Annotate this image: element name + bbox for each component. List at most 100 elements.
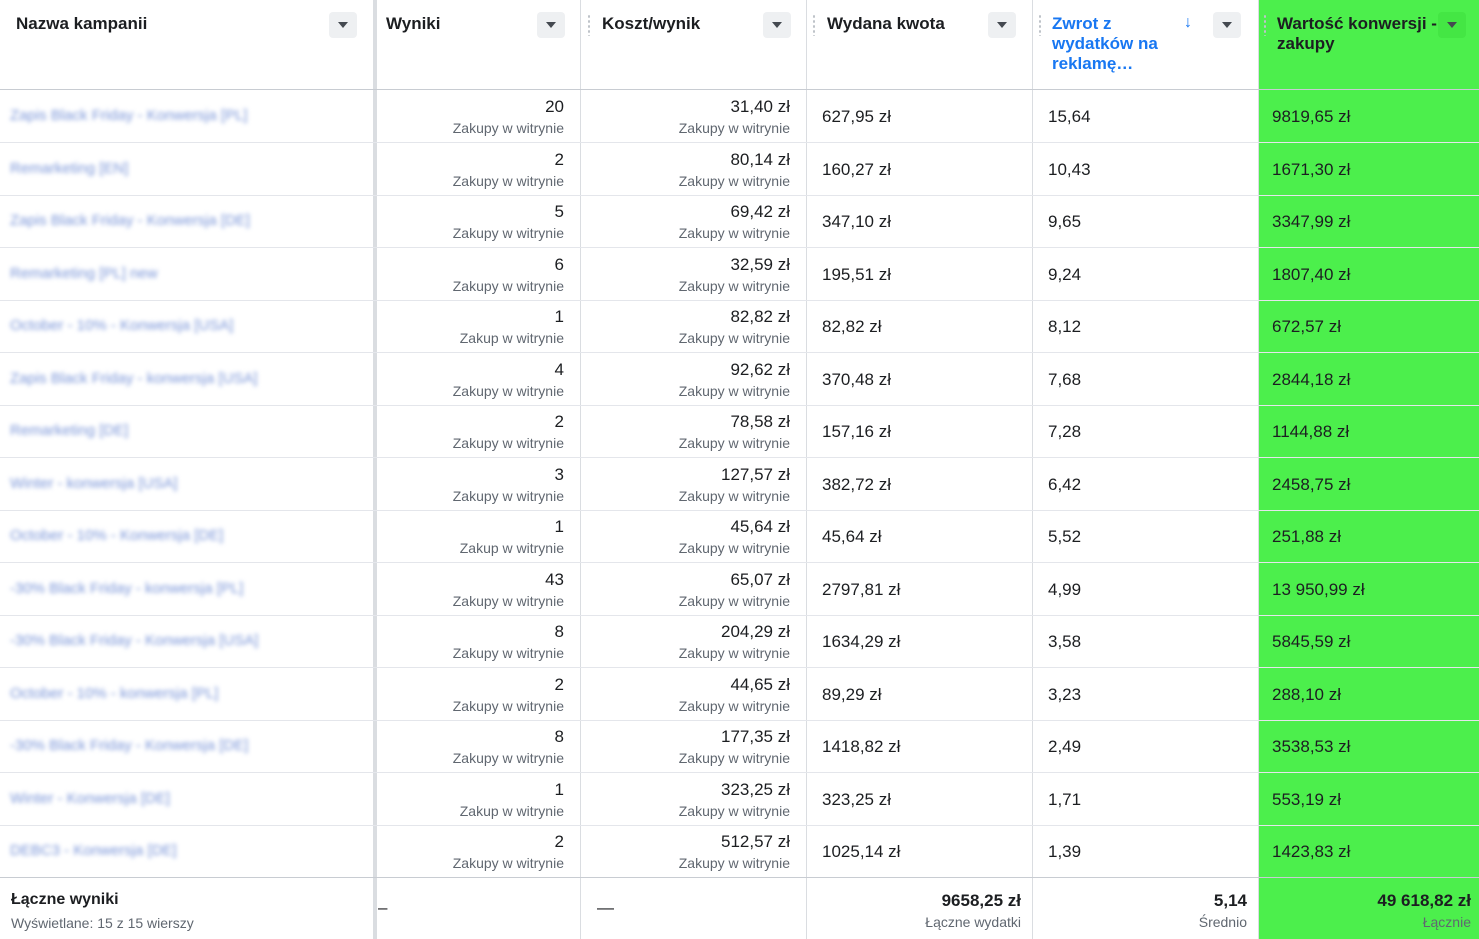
row-divider [0, 562, 1479, 563]
campaign-name[interactable]: -30% Black Friday - Konwersja [USA] [10, 632, 258, 649]
campaign-name[interactable]: -30% Black Friday - konwersja [PL] [10, 580, 243, 597]
header-label: Koszt/wynik [602, 14, 701, 33]
row-divider [0, 352, 1479, 353]
campaign-name[interactable]: DEBC3 - Konwersja [DE] [10, 842, 177, 859]
campaign-name-cell[interactable]: Zapis Black Friday - Konwersja [PL] [0, 90, 373, 142]
cost-per-result-cell: 44,65 zł Zakupy w witrynie [581, 668, 806, 720]
results-cell: 6 Zakupy w witrynie [376, 248, 580, 300]
drag-handle-icon[interactable] [812, 14, 816, 36]
campaign-name[interactable]: Zapis Black Friday - konwersja [USA] [10, 370, 258, 387]
results-value: 1 [554, 780, 564, 799]
row-divider [0, 405, 1479, 406]
campaign-name[interactable]: -30% Black Friday - Konwersja [DE] [10, 737, 248, 754]
conversion-value-cell: 1144,88 zł [1259, 405, 1479, 457]
total-results: – [378, 898, 388, 917]
amount-spent-value: 195,51 zł [822, 265, 891, 284]
roas-value: 1,71 [1048, 790, 1082, 809]
column-divider [806, 0, 807, 939]
campaign-name[interactable]: Zapis Black Friday - Konwersja [PL] [10, 107, 248, 124]
amount-spent-value: 1418,82 zł [822, 737, 901, 756]
cost-per-result-value: 92,62 zł [730, 360, 790, 379]
cost-per-result-value: 32,59 zł [730, 255, 790, 274]
cost-per-result-cell: 82,82 zł Zakupy w witrynie [581, 300, 806, 352]
campaign-name-cell[interactable]: October - 10% - Konwersja [DE] [0, 510, 373, 562]
results-cell: 1 Zakup w witrynie [376, 300, 580, 352]
header-campaign-name[interactable]: Nazwa kampanii [0, 0, 376, 90]
caret-down-icon[interactable] [1438, 12, 1466, 38]
roas-cell: 9,24 [1033, 248, 1258, 300]
results-value: 8 [554, 622, 564, 641]
campaign-name-cell[interactable]: October - 10% - Konwersja [USA] [0, 300, 373, 352]
campaign-name-cell[interactable]: Zapis Black Friday - Konwersja [DE] [0, 195, 373, 247]
campaign-name-cell[interactable]: DEBC3 - Konwersja [DE] [0, 825, 373, 877]
drag-handle-icon[interactable] [1263, 14, 1267, 36]
campaign-name[interactable]: October - 10% - konwersja [PL] [10, 685, 218, 702]
conversion-value-cell: 3538,53 zł [1259, 720, 1479, 772]
campaign-name-cell[interactable]: Zapis Black Friday - konwersja [USA] [0, 353, 373, 405]
header-roas[interactable]: Zwrot z wydatków na reklamę… ↓ [1033, 0, 1259, 90]
campaign-name-cell[interactable]: Remarketing [EN] [0, 143, 373, 195]
results-cell: 2 Zakupy w witrynie [376, 143, 580, 195]
campaign-name-cell[interactable]: October - 10% - konwersja [PL] [0, 668, 373, 720]
cost-per-result-value: 204,29 zł [721, 622, 790, 641]
conversion-value: 2458,75 zł [1272, 475, 1351, 494]
campaign-name-cell[interactable]: Remarketing [DE] [0, 405, 373, 457]
header-amount-spent[interactable]: Wydana kwota [807, 0, 1033, 90]
results-type: Zakupy w witrynie [452, 698, 564, 714]
header-cost-per-result[interactable]: Koszt/wynik [581, 0, 807, 90]
cost-per-result-type: Zakupy w witrynie [678, 488, 790, 504]
roas-value: 9,65 [1048, 212, 1082, 231]
average-roas-label: Średnio [1198, 914, 1247, 930]
amount-spent-cell: 195,51 zł [807, 248, 1032, 300]
campaign-name-cell[interactable]: -30% Black Friday - Konwersja [USA] [0, 615, 373, 667]
caret-down-icon[interactable] [537, 12, 565, 38]
campaign-name-cell[interactable]: Winter - Konwersja [DE] [0, 773, 373, 825]
roas-cell: 8,12 [1033, 300, 1258, 352]
roas-value: 10,43 [1048, 160, 1091, 179]
amount-spent-cell: 627,95 zł [807, 90, 1032, 142]
roas-value: 8,12 [1048, 317, 1082, 336]
campaign-name-cell[interactable]: -30% Black Friday - konwersja [PL] [0, 563, 373, 615]
cost-per-result-value: 78,58 zł [730, 412, 790, 431]
conversion-value: 3538,53 zł [1272, 737, 1351, 756]
header-conversion-value[interactable]: Wartość konwersji - zakupy [1259, 0, 1479, 90]
cost-per-result-type: Zakupy w witrynie [678, 225, 790, 241]
campaign-name-cell[interactable]: -30% Black Friday - Konwersja [DE] [0, 720, 373, 772]
amount-spent-value: 89,29 zł [822, 685, 882, 704]
campaign-name[interactable]: Remarketing [DE] [10, 422, 128, 439]
cost-per-result-type: Zakupy w witrynie [678, 173, 790, 189]
results-type: Zakupy w witrynie [452, 383, 564, 399]
caret-down-icon[interactable] [329, 12, 357, 38]
campaign-name[interactable]: October - 10% - Konwersja [DE] [10, 527, 223, 544]
header-results[interactable]: Wyniki [376, 0, 581, 90]
campaign-name-cell[interactable]: Remarketing [PL] new [0, 248, 373, 300]
caret-down-icon[interactable] [1213, 12, 1241, 38]
results-type: Zakupy w witrynie [452, 750, 564, 766]
column-divider[interactable] [373, 0, 377, 939]
totals-title: Łączne wyniki [11, 891, 119, 908]
results-value: 5 [554, 202, 564, 221]
caret-down-icon[interactable] [988, 12, 1016, 38]
caret-down-icon[interactable] [763, 12, 791, 38]
drag-handle-icon[interactable] [587, 14, 591, 36]
arrow-down-icon[interactable]: ↓ [1184, 14, 1192, 32]
cost-per-result-type: Zakupy w witrynie [678, 120, 790, 136]
campaign-name-cell[interactable]: Winter - konwersja [USA] [0, 458, 373, 510]
drag-handle-icon[interactable] [1038, 14, 1042, 36]
results-type: Zakupy w witrynie [452, 593, 564, 609]
results-cell: 2 Zakupy w witrynie [376, 405, 580, 457]
campaign-name[interactable]: Zapis Black Friday - Konwersja [DE] [10, 212, 250, 229]
cost-per-result-cell: 204,29 zł Zakupy w witrynie [581, 615, 806, 667]
campaign-name[interactable]: Remarketing [PL] new [10, 265, 158, 282]
amount-spent-cell: 2797,81 zł [807, 563, 1032, 615]
results-cell: 3 Zakupy w witrynie [376, 458, 580, 510]
campaign-name[interactable]: October - 10% - Konwersja [USA] [10, 317, 233, 334]
conversion-value-cell: 13 950,99 zł [1259, 563, 1479, 615]
campaign-name[interactable]: Remarketing [EN] [10, 160, 128, 177]
results-value: 1 [554, 307, 564, 326]
cost-per-result-cell: 323,25 zł Zakupy w witrynie [581, 773, 806, 825]
campaign-name[interactable]: Winter - konwersja [USA] [10, 475, 178, 492]
results-value: 3 [554, 465, 564, 484]
campaign-name[interactable]: Winter - Konwersja [DE] [10, 790, 170, 807]
rows-shown-count: Wyświetlane: 15 z 15 wierszy [11, 915, 194, 931]
